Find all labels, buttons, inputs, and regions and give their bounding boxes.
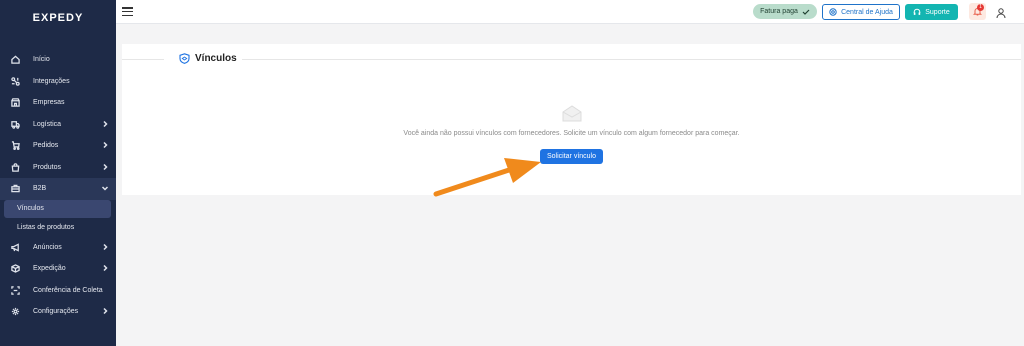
sidebar-subitem-vinculos[interactable]: Vínculos xyxy=(4,199,111,218)
chevron-right-icon xyxy=(101,243,109,251)
megaphone-icon xyxy=(10,242,20,252)
vinculos-card: Vínculos Você ainda não possui vínculos … xyxy=(122,44,1021,195)
gear-icon xyxy=(10,307,20,317)
sidebar-item-label: Integrações xyxy=(33,77,70,85)
support-label: Suporte xyxy=(925,8,950,16)
sidebar-nav: Início Integrações Empresas Logística Pe… xyxy=(0,49,116,323)
sidebar-item-pedidos[interactable]: Pedidos xyxy=(0,135,116,157)
sidebar-item-conferencia-de-coleta[interactable]: Conferência de Coleta xyxy=(0,280,116,302)
card-header: Vínculos xyxy=(122,44,1021,74)
lifebuoy-icon xyxy=(829,8,837,16)
truck-icon xyxy=(10,119,20,129)
sidebar-item-b2b[interactable]: B2B xyxy=(0,178,116,200)
user-icon[interactable] xyxy=(995,6,1007,19)
sidebar-item-configuracoes[interactable]: Configurações xyxy=(0,301,116,323)
notifications-button[interactable]: 1 xyxy=(969,3,986,20)
sidebar: EXPEDY Início Integrações Empresas Logís… xyxy=(0,0,116,346)
sidebar-item-empresas[interactable]: Empresas xyxy=(0,92,116,114)
sidebar-item-expedicao[interactable]: Expedição xyxy=(0,258,116,280)
chevron-right-icon xyxy=(101,120,109,128)
cart-icon xyxy=(10,141,20,151)
logo: EXPEDY xyxy=(32,12,84,24)
sidebar-item-inicio[interactable]: Início xyxy=(0,49,116,71)
invoice-status-label: Fatura paga xyxy=(760,8,798,15)
help-center-label: Central de Ajuda xyxy=(841,8,893,16)
empty-inbox-icon xyxy=(562,105,582,122)
sidebar-item-label: B2B xyxy=(33,185,47,193)
support-button[interactable]: Suporte xyxy=(905,4,958,20)
sidebar-item-label: Empresas xyxy=(33,99,65,107)
b2b-icon xyxy=(10,184,20,194)
sidebar-item-label: Pedidos xyxy=(33,142,59,150)
sidebar-item-label: Início xyxy=(33,56,50,64)
chevron-right-icon xyxy=(101,141,109,149)
sidebar-subitem-listas-de-produtos[interactable]: Listas de produtos xyxy=(0,218,116,237)
help-center-button[interactable]: Central de Ajuda xyxy=(822,4,900,20)
divider xyxy=(242,59,1021,60)
empty-state-message: Você ainda não possui vínculos com forne… xyxy=(403,130,740,137)
chevron-down-icon xyxy=(101,184,109,192)
invoice-status-badge: Fatura paga xyxy=(753,4,817,19)
sidebar-item-label: Produtos xyxy=(33,163,62,171)
sidebar-item-label: Configurações xyxy=(33,308,79,316)
annotation-arrow xyxy=(433,158,541,197)
notification-count-badge: 1 xyxy=(977,4,984,11)
divider xyxy=(122,59,164,60)
request-link-button[interactable]: Solicitar vínculo xyxy=(540,149,603,164)
topbar: Fatura paga Central de Ajuda Suporte 1 xyxy=(116,0,1024,24)
handshake-shield-icon xyxy=(179,53,190,64)
chevron-right-icon xyxy=(101,163,109,171)
scan-icon xyxy=(10,285,20,295)
chevron-right-icon xyxy=(101,264,109,272)
box-icon xyxy=(10,264,20,274)
sidebar-item-anuncios[interactable]: Anúncios xyxy=(0,237,116,259)
sidebar-item-label: Anúncios xyxy=(33,243,62,251)
sidebar-item-label: Conferência de Coleta xyxy=(33,286,103,294)
chevron-right-icon xyxy=(101,307,109,315)
headset-icon xyxy=(913,8,921,15)
integrations-icon xyxy=(10,76,20,86)
page-title-text: Vínculos xyxy=(195,53,237,64)
store-icon xyxy=(10,98,20,108)
sidebar-item-integracoes[interactable]: Integrações xyxy=(0,71,116,93)
sidebar-item-logistica[interactable]: Logística xyxy=(0,114,116,136)
sidebar-item-label: Logística xyxy=(33,120,62,128)
sidebar-item-produtos[interactable]: Produtos xyxy=(0,157,116,179)
page-title: Vínculos xyxy=(179,53,237,64)
sidebar-item-label: Expedição xyxy=(33,265,66,273)
bag-icon xyxy=(10,162,20,172)
hamburger-menu-icon[interactable] xyxy=(122,7,133,17)
check-icon xyxy=(802,9,810,15)
home-icon xyxy=(10,55,20,65)
